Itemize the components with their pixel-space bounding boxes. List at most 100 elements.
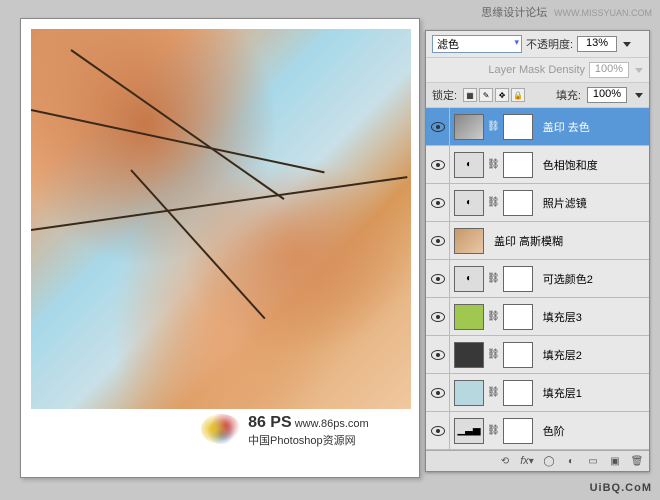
lock-all-icon[interactable]: 🔒 xyxy=(511,88,525,102)
eye-icon xyxy=(431,160,445,170)
layer-thumb[interactable] xyxy=(454,114,484,140)
visibility-toggle[interactable] xyxy=(426,146,450,183)
group-icon[interactable]: ▭ xyxy=(585,454,601,468)
header-site: 思缘设计论坛 WWW.MISSYUAN.COM xyxy=(481,4,652,20)
link-layers-icon[interactable]: ⟲ xyxy=(497,454,513,468)
eye-icon xyxy=(431,236,445,246)
layer-row[interactable]: ⛓ 填充层3 xyxy=(426,298,649,336)
link-icon[interactable]: ⛓ xyxy=(487,197,500,208)
layer-row[interactable]: ▁▃▅⛓ 色阶 xyxy=(426,412,649,450)
adjustment-thumb[interactable]: ◐ xyxy=(454,266,484,292)
thumbs-group: ⛓ xyxy=(450,342,537,368)
link-icon[interactable]: ⛓ xyxy=(487,425,500,436)
layer-name-label[interactable]: 色相饱和度 xyxy=(543,157,598,173)
layer-name-label[interactable]: 可选颜色2 xyxy=(543,271,593,287)
mask-thumb[interactable] xyxy=(503,418,533,444)
link-icon[interactable]: ⛓ xyxy=(487,273,500,284)
levels-thumb[interactable]: ▁▃▅ xyxy=(454,418,484,444)
mask-thumb[interactable] xyxy=(503,114,533,140)
photo-canvas[interactable] xyxy=(31,29,411,409)
watermark-logo: 86 PS www.86ps.com 中国Photoshop资源网 xyxy=(201,414,401,469)
link-icon[interactable]: ⛓ xyxy=(487,387,500,398)
eye-icon xyxy=(431,350,445,360)
layer-name-label[interactable]: 填充层2 xyxy=(543,347,582,363)
thumbs-group: ⛓ xyxy=(450,380,537,406)
logo-tagline: 中国Photoshop资源网 xyxy=(248,435,356,447)
visibility-toggle[interactable] xyxy=(426,260,450,297)
layer-row[interactable]: ◐⛓ 照片滤镜 xyxy=(426,184,649,222)
layer-row[interactable]: ⛓ 盖印 去色 xyxy=(426,108,649,146)
mask-thumb[interactable] xyxy=(503,304,533,330)
layers-list[interactable]: ⛓盖印 去色◐⛓色相饱和度◐⛓照片滤镜盖印 高斯模糊◐⛓可选颜色2⛓填充层3⛓填… xyxy=(426,108,649,450)
visibility-toggle[interactable] xyxy=(426,336,450,373)
layers-panel: 滤色 不透明度: 13% Layer Mask Density 100% 锁定:… xyxy=(425,30,650,472)
layer-row[interactable]: ⛓ 填充层1 xyxy=(426,374,649,412)
thumbs-group: ⛓ xyxy=(450,114,537,140)
layer-name-label[interactable]: 色阶 xyxy=(543,423,565,439)
lock-transparency-icon[interactable]: ▦ xyxy=(463,88,477,102)
mask-thumb[interactable] xyxy=(503,152,533,178)
mask-density-slider-icon xyxy=(635,68,643,73)
thumbs-group xyxy=(450,228,488,254)
thumbs-group: ⛓ xyxy=(450,304,537,330)
adjustment-thumb[interactable]: ◐ xyxy=(454,190,484,216)
lock-position-icon[interactable]: ✥ xyxy=(495,88,509,102)
opacity-input[interactable]: 13% xyxy=(577,36,617,52)
lock-pixels-icon[interactable]: ✎ xyxy=(479,88,493,102)
mask-thumb[interactable] xyxy=(503,266,533,292)
adjustment-icon[interactable]: ◐ xyxy=(563,454,579,468)
adjustment-thumb[interactable]: ◐ xyxy=(454,152,484,178)
lock-icons-group: ▦ ✎ ✥ 🔒 xyxy=(463,88,525,102)
delete-icon[interactable]: 🗑 xyxy=(629,454,645,468)
thumbs-group: ◐⛓ xyxy=(450,190,537,216)
opacity-label: 不透明度: xyxy=(526,36,573,52)
eye-icon xyxy=(431,388,445,398)
link-icon[interactable]: ⛓ xyxy=(487,121,500,132)
visibility-toggle[interactable] xyxy=(426,412,450,449)
mask-icon[interactable]: ◯ xyxy=(541,454,557,468)
eye-icon xyxy=(431,426,445,436)
opacity-slider-icon[interactable] xyxy=(623,42,631,47)
fill-value: 100% xyxy=(593,88,621,100)
fill-input[interactable]: 100% xyxy=(587,87,627,103)
fill-thumb[interactable] xyxy=(454,380,484,406)
layer-name-label[interactable]: 填充层1 xyxy=(543,385,582,401)
eye-icon xyxy=(431,198,445,208)
layer-name-label[interactable]: 填充层3 xyxy=(543,309,582,325)
new-layer-icon[interactable]: ▣ xyxy=(607,454,623,468)
visibility-toggle[interactable] xyxy=(426,108,450,145)
layer-row[interactable]: ◐⛓ 可选颜色2 xyxy=(426,260,649,298)
link-icon[interactable]: ⛓ xyxy=(487,159,500,170)
blend-mode-select[interactable]: 滤色 xyxy=(432,35,522,53)
fill-thumb[interactable] xyxy=(454,342,484,368)
logo-brand: 86 PS xyxy=(248,414,292,431)
document-frame: 86 PS www.86ps.com 中国Photoshop资源网 xyxy=(20,18,420,478)
visibility-toggle[interactable] xyxy=(426,222,450,259)
layer-row[interactable]: 盖印 高斯模糊 xyxy=(426,222,649,260)
layer-row[interactable]: ◐⛓ 色相饱和度 xyxy=(426,146,649,184)
visibility-toggle[interactable] xyxy=(426,184,450,221)
mask-thumb[interactable] xyxy=(503,190,533,216)
layer-row[interactable]: ⛓ 填充层2 xyxy=(426,336,649,374)
link-icon[interactable]: ⛓ xyxy=(487,311,500,322)
thumbs-group: ◐⛓ xyxy=(450,152,537,178)
visibility-toggle[interactable] xyxy=(426,298,450,335)
mask-thumb[interactable] xyxy=(503,342,533,368)
mask-density-input: 100% xyxy=(589,62,629,78)
canvas-workspace: 思缘设计论坛 WWW.MISSYUAN.COM 86 PS www.86ps.c… xyxy=(0,0,660,500)
layer-name-label[interactable]: 盖印 去色 xyxy=(543,119,590,135)
link-icon[interactable]: ⛓ xyxy=(487,349,500,360)
lock-label: 锁定: xyxy=(432,87,457,103)
layer-name-label[interactable]: 照片滤镜 xyxy=(543,195,587,211)
thumbs-group: ▁▃▅⛓ xyxy=(450,418,537,444)
layer-thumb[interactable] xyxy=(454,228,484,254)
mask-thumb[interactable] xyxy=(503,380,533,406)
layer-name-label[interactable]: 盖印 高斯模糊 xyxy=(494,233,563,249)
fill-slider-icon[interactable] xyxy=(635,93,643,98)
site-title: 思缘设计论坛 xyxy=(481,7,547,19)
fx-icon[interactable]: fx▾ xyxy=(519,454,535,468)
logo-text: 86 PS www.86ps.com 中国Photoshop资源网 xyxy=(248,414,369,448)
visibility-toggle[interactable] xyxy=(426,374,450,411)
site-url: WWW.MISSYUAN.COM xyxy=(554,8,652,18)
fill-thumb[interactable] xyxy=(454,304,484,330)
